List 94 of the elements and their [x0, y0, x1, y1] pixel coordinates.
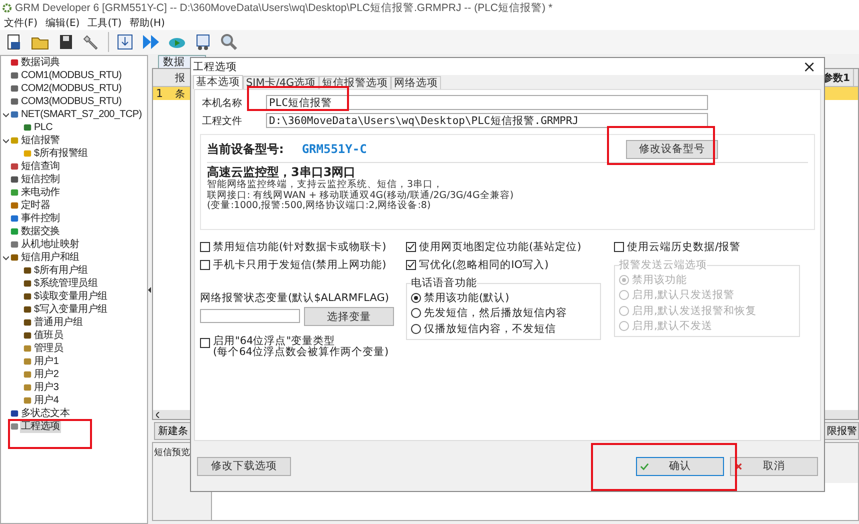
- device-heading: 高速云监控型，3串口3网口: [207, 165, 357, 179]
- menu-item[interactable]: 编辑(E): [46, 16, 80, 30]
- tree-item[interactable]: 用户2: [33, 369, 60, 381]
- tree-item[interactable]: 用户3: [33, 382, 60, 394]
- checkbox-label: 手机卡只用于发短信(禁用上网功能): [213, 258, 386, 272]
- device-model-label: 当前设备型号:: [207, 140, 284, 158]
- checkbox-label: 使用云端历史数据/报警: [627, 240, 741, 254]
- menu-item[interactable]: 工具(T): [88, 16, 122, 30]
- tree-item[interactable]: COM3(MODBUS_RTU): [20, 96, 123, 108]
- radio-label: 先发短信，然后播放短信内容: [424, 306, 567, 320]
- app-logo-icon: [2, 3, 12, 13]
- checkbox-label: 禁用短信功能(针对数据卡或物联卡): [213, 240, 386, 254]
- checkbox[interactable]: [200, 242, 210, 252]
- scroll-left-icon[interactable]: [156, 412, 160, 418]
- radio-label: 仅播放短信内容，不发短信: [424, 322, 556, 336]
- tree-item[interactable]: COM2(MODBUS_RTU): [20, 83, 123, 95]
- field-label: 本机名称: [201, 96, 243, 110]
- cancel-button[interactable]: 取消: [730, 456, 818, 476]
- tree-item[interactable]: 用户1: [33, 356, 60, 368]
- confirm-button[interactable]: 确认: [636, 456, 724, 476]
- tree-item[interactable]: COM1(MODBUS_RTU): [20, 70, 123, 82]
- tree-item[interactable]: 值班员: [33, 330, 64, 342]
- row-number: 1: [155, 87, 164, 100]
- close-button[interactable]: ×: [802, 58, 816, 74]
- tree-item[interactable]: $所有报警组: [33, 148, 89, 160]
- device-description: 智能网络监控终端，支持云监控系统、短信，3串口，: [207, 180, 444, 190]
- checkbox-label: 使用网页地图定位功能(基站定位): [419, 240, 582, 254]
- tree-item[interactable]: 定时器: [20, 200, 52, 212]
- checkbox[interactable]: [200, 260, 210, 270]
- tree-item[interactable]: 短信查询: [20, 161, 61, 173]
- tree-item[interactable]: $写入变量用户组: [33, 304, 108, 316]
- download-options-button[interactable]: 修改下载选项: [197, 456, 291, 476]
- tree-item[interactable]: NET(SMART_S7_200_TCP): [20, 109, 143, 121]
- tree-item[interactable]: 短信控制: [20, 174, 61, 186]
- text-field[interactable]: PLC短信报警: [266, 95, 708, 110]
- column-header: 报: [174, 72, 185, 84]
- tree-item[interactable]: 管理员: [33, 343, 64, 355]
- radio-label: 启用,默认发送报警和恢复: [632, 304, 756, 318]
- tree-item[interactable]: $系统管理员组: [33, 278, 98, 290]
- tree-item[interactable]: 来电动作: [20, 187, 61, 199]
- tree-item[interactable]: 工程选项: [20, 421, 61, 433]
- search-icon[interactable]: [219, 32, 239, 52]
- checkbox[interactable]: [614, 242, 624, 252]
- radio-button[interactable]: [411, 308, 421, 318]
- checkbox-label: 写优化(忽略相同的IO写入): [419, 258, 549, 272]
- group-title: 电话语音功能: [411, 276, 477, 290]
- expand-caret-icon[interactable]: [3, 112, 9, 118]
- checkbox[interactable]: [200, 338, 210, 348]
- device-description: (变量:1000,报警:500,网络协议端口:2,网络设备:8): [207, 201, 432, 212]
- radio-button[interactable]: [411, 292, 421, 303]
- tree-item[interactable]: 事件控制: [20, 213, 61, 225]
- text-field[interactable]: D:\360MoveData\Users\wq\Desktop\PLC短信报警.GRMPRJ: [266, 113, 708, 128]
- tree-item[interactable]: 数据词典: [20, 57, 61, 69]
- checkbox[interactable]: [406, 242, 416, 252]
- tree-item[interactable]: 用户4: [33, 395, 60, 407]
- table-cell-text: 条: [174, 88, 185, 100]
- tree-item[interactable]: 普通用户组: [33, 317, 84, 329]
- dialog-tab[interactable]: 网络选项: [391, 76, 442, 89]
- menu-item[interactable]: 帮助(H): [130, 16, 165, 30]
- variable-input[interactable]: [200, 309, 300, 323]
- radio-label: 禁用该功能(默认): [424, 290, 510, 305]
- select-variable-button[interactable]: 选择变量: [304, 307, 394, 326]
- group-title: 报警发送云端选项: [619, 258, 707, 272]
- tree-item[interactable]: 短信用户和组: [20, 252, 80, 264]
- tree-item[interactable]: PLC: [33, 122, 54, 134]
- radio-label: 启用,默认不发送: [632, 319, 712, 334]
- field-label: 工程文件: [201, 114, 243, 128]
- radio-button[interactable]: [411, 324, 421, 334]
- tree-item[interactable]: 多状态文本: [20, 408, 71, 420]
- change-model-button[interactable]: 修改设备型号: [626, 140, 718, 158]
- checkbox-note: (每个64位浮点数会被算作两个变量): [213, 347, 389, 358]
- tree-item[interactable]: $读取变量用户组: [33, 291, 108, 303]
- checkbox[interactable]: [406, 260, 416, 270]
- expand-caret-icon[interactable]: [3, 254, 9, 260]
- tree-item[interactable]: 从机地址映射: [20, 239, 80, 251]
- download-icon[interactable]: [115, 32, 135, 52]
- alarm-variable-label: 网络报警状态变量(默认$ALARMFLAG): [200, 291, 390, 305]
- tree-item[interactable]: 数据交换: [20, 226, 61, 238]
- menu-item[interactable]: 文件(F): [4, 16, 38, 30]
- check-icon: [640, 462, 649, 470]
- fast-forward-icon[interactable]: [141, 32, 161, 52]
- device-description: 联网接口: 有线网WAN + 移动联通双4G(移动/联通/2G/3G/4G全兼容): [207, 190, 515, 200]
- device-model: GRM551Y-C: [302, 142, 367, 156]
- collapse-arrow-icon[interactable]: [148, 286, 152, 292]
- tree-item[interactable]: 短信报警: [20, 135, 61, 147]
- radio-label: 启用,默认只发送报警: [632, 288, 734, 302]
- tree-item[interactable]: $所有用户组: [33, 265, 89, 277]
- cross-icon: [734, 462, 743, 470]
- radio-label: 禁用该功能: [632, 272, 687, 287]
- expand-caret-icon[interactable]: [3, 138, 9, 144]
- window-title: GRM Developer 6 [GRM551Y-C] -- D:\360MoveData\Users\wq\Desktop\PLC短信报警.GRMPRJ -- (PLC短信报警) *: [15, 1, 552, 15]
- checkbox-label: 启用"64位浮点"变量类型: [213, 336, 336, 347]
- dialog-tab[interactable]: 基本选项: [193, 75, 243, 89]
- preview-label: 短信预览: [153, 446, 191, 460]
